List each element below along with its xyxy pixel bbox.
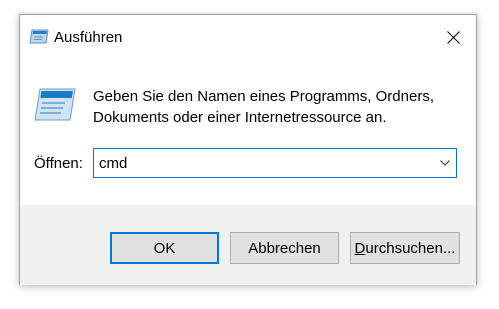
chevron-down-icon xyxy=(440,160,450,166)
run-icon xyxy=(29,29,49,44)
run-icon xyxy=(34,88,76,121)
window-title: Ausführen xyxy=(54,29,123,46)
description-text: Geben Sie den Namen eines Programms, Ord… xyxy=(93,86,453,128)
browse-button-accesskey: D xyxy=(354,239,366,257)
description-line-1: Geben Sie den Namen eines Programms, Ord… xyxy=(93,88,434,105)
browse-button-label: urchsuchen... xyxy=(365,239,456,257)
browse-button[interactable]: Durchsuchen... xyxy=(350,232,460,264)
dialog-content: Geben Sie den Namen eines Programms, Ord… xyxy=(20,59,476,205)
open-label: Öffnen: xyxy=(34,155,83,172)
ok-button[interactable]: OK xyxy=(110,232,219,264)
title-bar[interactable]: Ausführen xyxy=(20,15,476,59)
dropdown-button[interactable] xyxy=(434,149,456,177)
cancel-button[interactable]: Abbrechen xyxy=(230,232,339,264)
open-input[interactable] xyxy=(94,149,429,177)
open-combobox[interactable] xyxy=(93,148,457,178)
close-icon xyxy=(446,30,460,44)
description-line-2: Dokuments oder einer Internetressource a… xyxy=(93,109,387,126)
run-dialog: Ausführen Geben Sie den Namen eines Prog… xyxy=(19,14,477,285)
button-bar: OK Abbrechen Durchsuchen... xyxy=(20,205,476,285)
close-button[interactable] xyxy=(430,15,476,59)
